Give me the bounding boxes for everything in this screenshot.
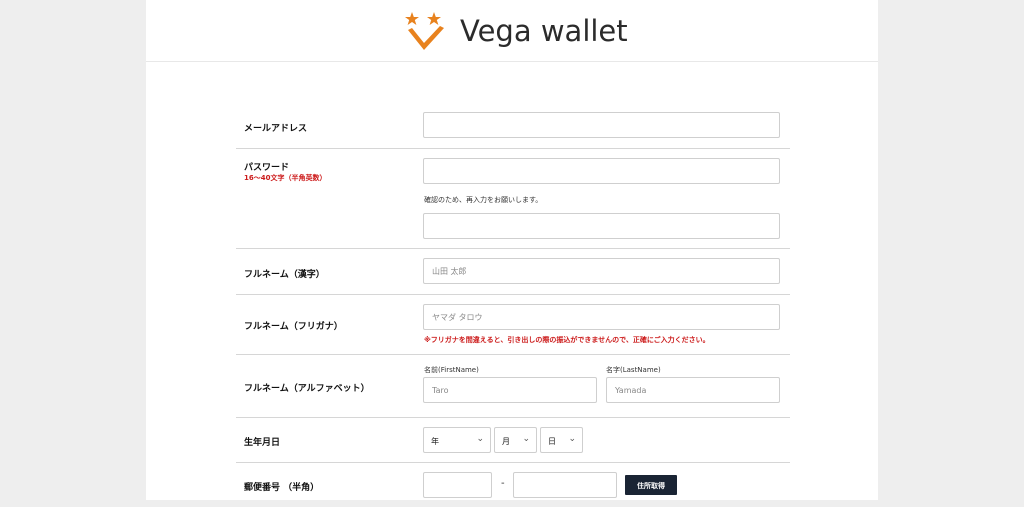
header: Vega wallet xyxy=(146,0,878,62)
birth-day-select[interactable]: 日 ⌄ xyxy=(540,427,583,453)
email-row: メールアドレス xyxy=(236,101,790,149)
last-name-input[interactable] xyxy=(606,377,780,403)
password-row: パスワード 16〜40文字（半角英数） 確認のため、再入力をお願いします。 xyxy=(236,149,790,249)
chevron-down-icon: ⌄ xyxy=(522,434,530,444)
birthdate-label: 生年月日 xyxy=(244,438,281,448)
postal-label: 郵便番号 （半角） xyxy=(244,483,320,493)
fullname-kana-input[interactable] xyxy=(423,304,780,330)
logo[interactable]: Vega wallet xyxy=(404,10,628,52)
birth-month-select[interactable]: 月 ⌄ xyxy=(494,427,537,453)
fullname-kana-label: フルネーム（フリガナ） xyxy=(244,322,343,332)
email-input[interactable] xyxy=(423,112,780,138)
logo-mark-icon xyxy=(405,12,444,50)
fullname-kanji-input[interactable] xyxy=(423,258,780,284)
first-name-input[interactable] xyxy=(423,377,597,403)
fullname-kanji-label: フルネーム（漢字） xyxy=(244,270,325,280)
fullname-kana-warning: ※フリガナを間違えると、引き出しの際の振込ができませんので、正確にご入力ください… xyxy=(424,336,710,344)
password-label: パスワード xyxy=(244,163,290,173)
postal-code-second-input[interactable] xyxy=(513,472,617,498)
fullname-kana-row: フルネーム（フリガナ） ※フリガナを間違えると、引き出しの際の振込ができませんの… xyxy=(236,295,790,355)
first-name-label: 名前(FirstName) xyxy=(424,366,479,374)
birth-year-select[interactable]: 年 ⌄ xyxy=(423,427,491,453)
birth-day-value: 日 xyxy=(548,437,556,446)
password-confirm-input[interactable] xyxy=(423,213,780,239)
fullname-kanji-row: フルネーム（漢字） xyxy=(236,249,790,295)
fullname-alpha-label: フルネーム（アルファベット） xyxy=(244,384,370,394)
get-address-button[interactable]: 住所取得 xyxy=(625,475,677,495)
postal-code-first-input[interactable] xyxy=(423,472,492,498)
chevron-down-icon: ⌄ xyxy=(568,434,576,444)
chevron-down-icon: ⌄ xyxy=(476,434,484,444)
email-label: メールアドレス xyxy=(244,124,308,134)
postal-row: 郵便番号 （半角） - 住所取得 xyxy=(236,463,790,507)
last-name-label: 名字(LastName) xyxy=(606,366,661,374)
birth-year-value: 年 xyxy=(431,437,439,446)
birthdate-row: 生年月日 年 ⌄ 月 ⌄ 日 ⌄ xyxy=(236,418,790,463)
birth-month-value: 月 xyxy=(502,437,510,446)
postal-separator: - xyxy=(501,478,505,489)
page: Vega wallet メールアドレス パスワード 16〜40文字（半角英数） … xyxy=(146,0,878,500)
registration-form: メールアドレス パスワード 16〜40文字（半角英数） 確認のため、再入力をお願… xyxy=(236,101,790,507)
logo-text: Vega wallet xyxy=(460,14,628,48)
password-requirement: 16〜40文字（半角英数） xyxy=(244,174,327,182)
password-confirm-note: 確認のため、再入力をお願いします。 xyxy=(424,196,543,204)
password-input[interactable] xyxy=(423,158,780,184)
fullname-alpha-row: フルネーム（アルファベット） 名前(FirstName) 名字(LastName… xyxy=(236,355,790,418)
